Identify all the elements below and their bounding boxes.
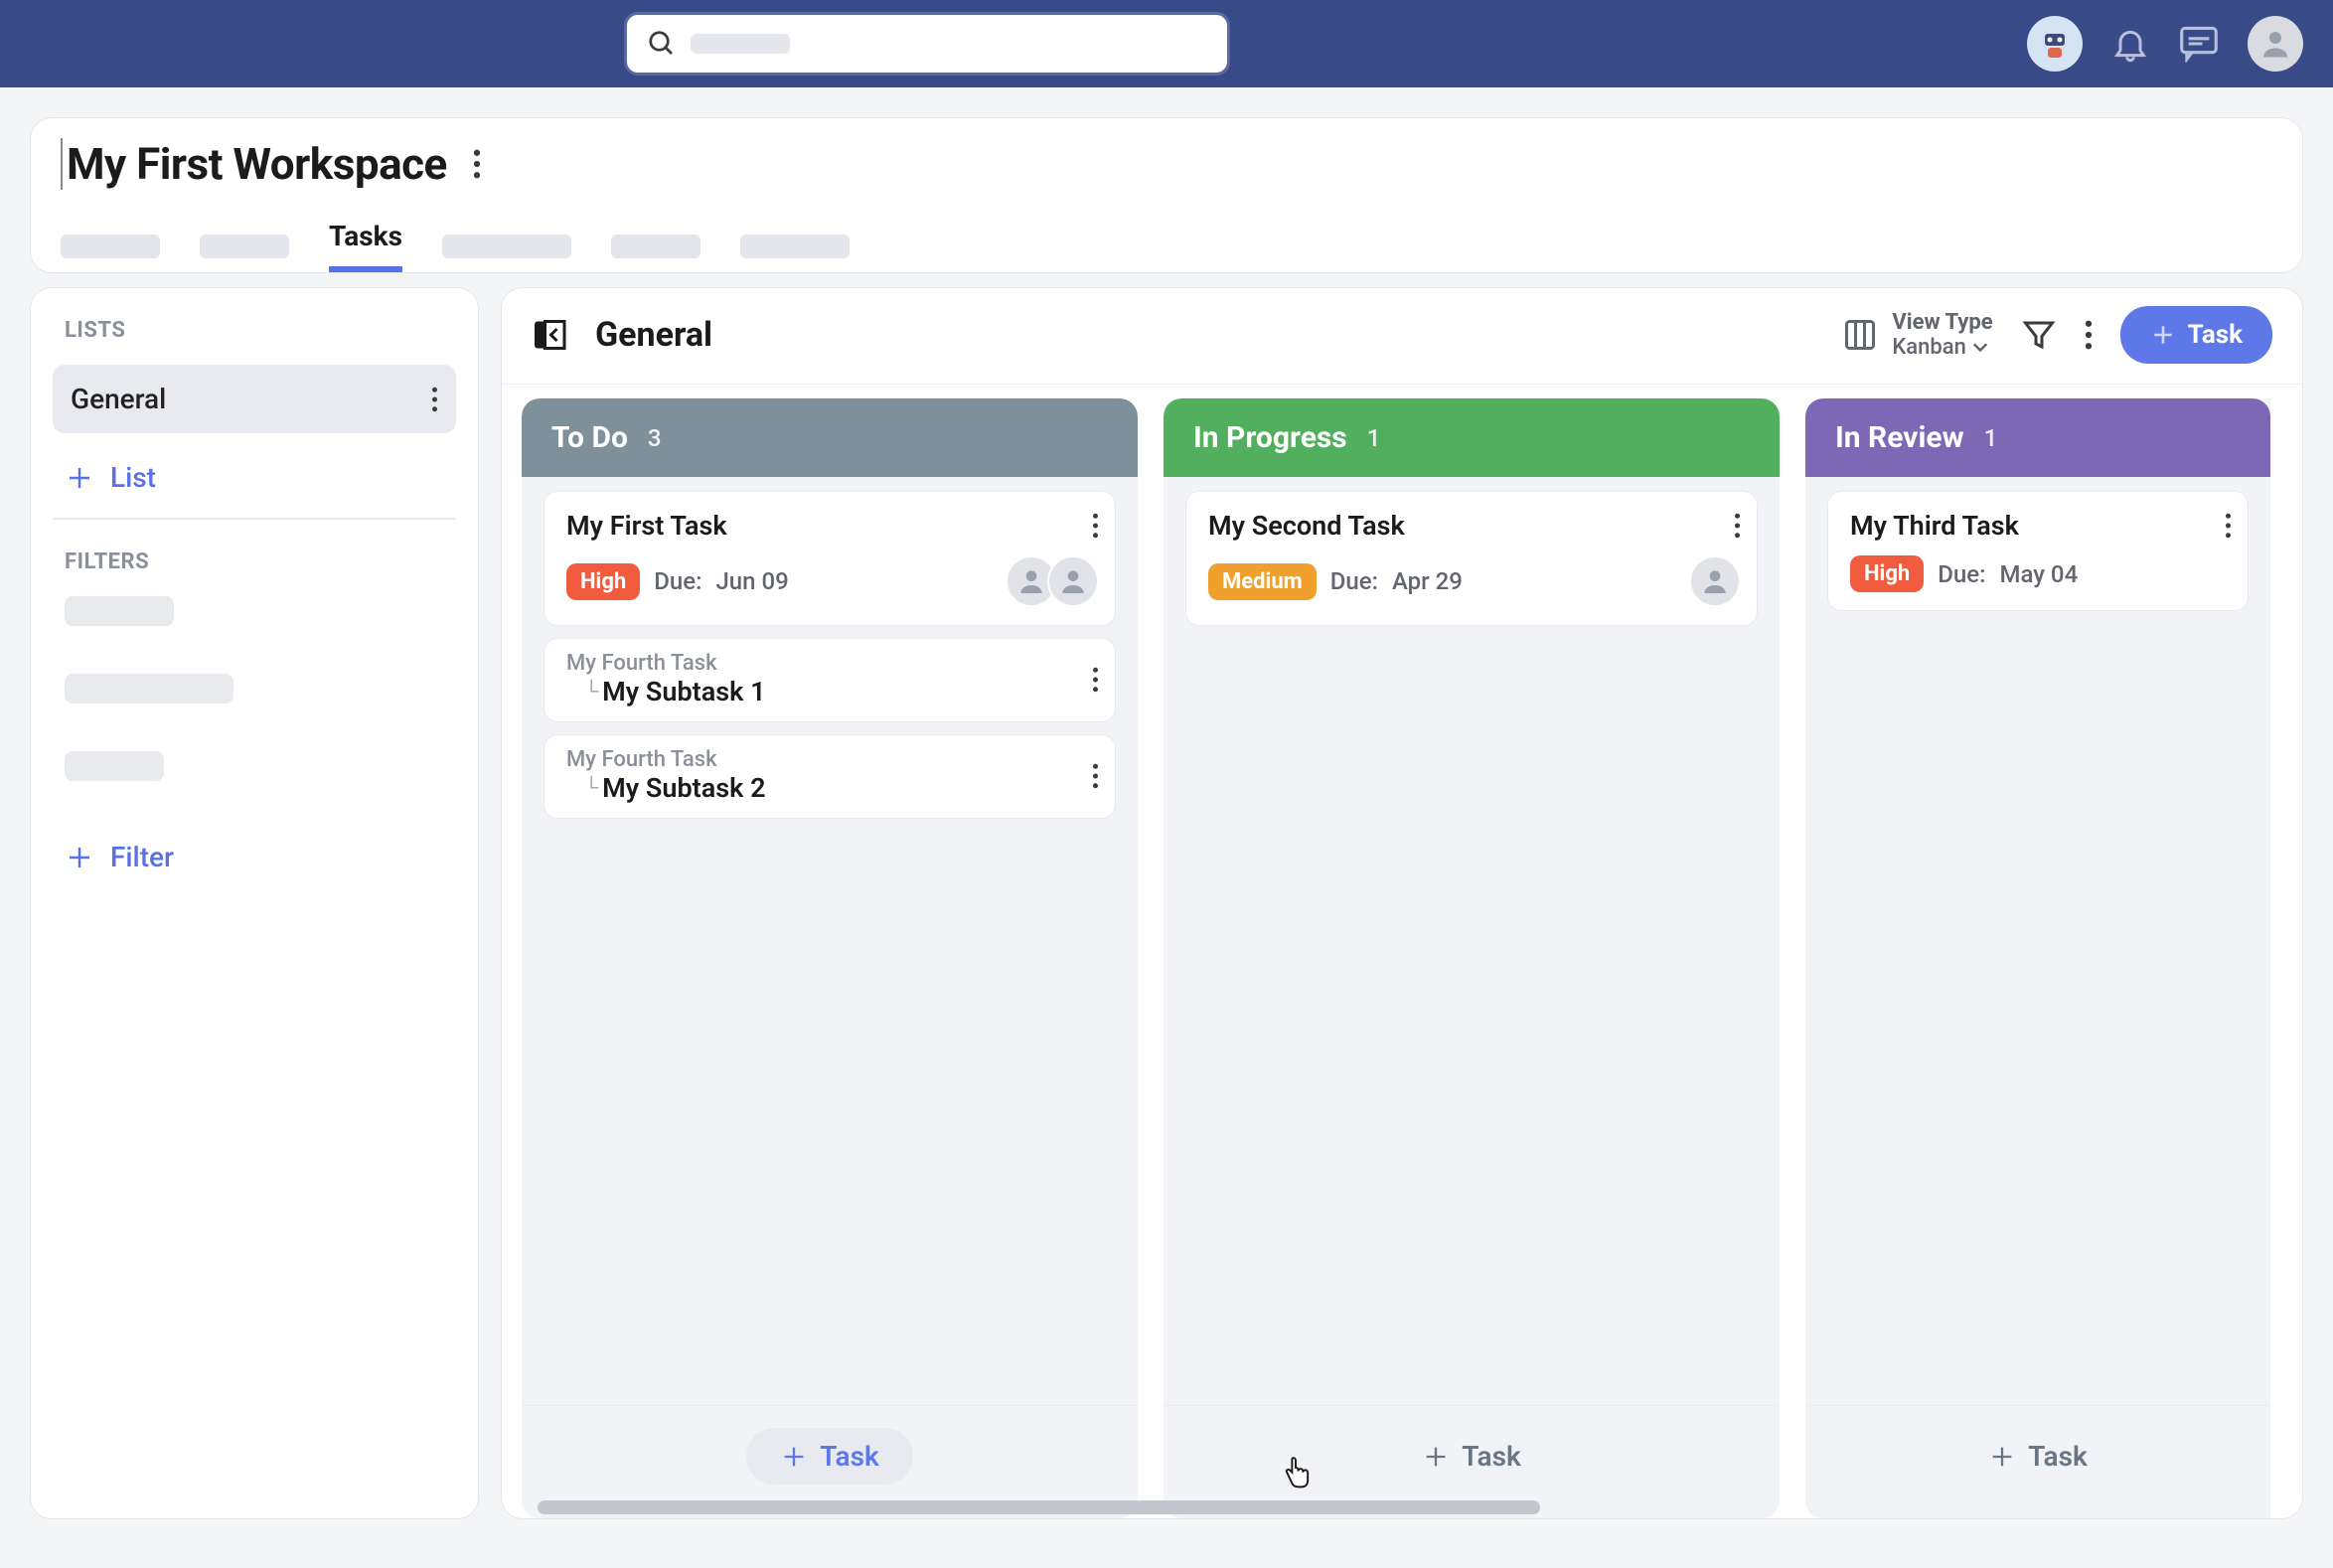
sidebar-list-menu-button[interactable]	[431, 387, 438, 412]
subtask-indent-icon: └	[584, 775, 598, 800]
due-value: May 04	[1999, 560, 2078, 588]
kanban-column-progress: In Progress 1 My Second Task Medium Due:…	[1164, 398, 1780, 1518]
task-title: My First Task	[566, 510, 727, 542]
tab-tasks[interactable]: Tasks	[329, 220, 402, 272]
kanban-column-todo: To Do 3 My First Task High Due: Jun 09	[522, 398, 1138, 1518]
assignee-avatar[interactable]	[1689, 555, 1741, 607]
subtask-card[interactable]: My Fourth Task └ My Subtask 1	[544, 638, 1116, 722]
task-menu-button[interactable]	[1734, 513, 1741, 539]
tab-placeholder[interactable]	[740, 235, 850, 258]
column-header[interactable]: In Review 1	[1805, 398, 2270, 477]
sidebar-list-general[interactable]: General	[53, 365, 456, 433]
task-title: My Second Task	[1208, 510, 1405, 542]
column-body: My Third Task High Due: May 04	[1805, 477, 2270, 1405]
subtask-card[interactable]: My Fourth Task └ My Subtask 2	[544, 734, 1116, 819]
view-type-value: Kanban	[1892, 335, 1965, 360]
filter-placeholder[interactable]	[65, 751, 164, 781]
add-task-label: Task	[820, 1440, 879, 1473]
tab-placeholder[interactable]	[200, 235, 289, 258]
board-menu-button[interactable]	[2085, 320, 2093, 350]
sidebar-list-label: General	[71, 383, 166, 415]
filter-icon[interactable]	[2021, 317, 2057, 353]
priority-badge: High	[1850, 555, 1924, 592]
assignee-list	[1699, 555, 1741, 607]
view-type-label: View Type	[1892, 310, 1992, 335]
add-filter-button[interactable]: Filter	[53, 829, 456, 885]
column-count: 1	[1984, 424, 1998, 452]
kanban-column-review: In Review 1 My Third Task High Due: May …	[1805, 398, 2270, 1518]
view-type-selector[interactable]: View Type Kanban	[1842, 310, 1992, 361]
board: General View Type Kanban	[501, 287, 2303, 1519]
board-title: General	[595, 315, 712, 355]
search-icon	[647, 29, 677, 59]
user-avatar[interactable]	[2248, 16, 2303, 72]
subtask-title: My Subtask 1	[602, 676, 765, 707]
column-header[interactable]: In Progress 1	[1164, 398, 1780, 477]
assistant-avatar[interactable]	[2027, 16, 2083, 72]
add-task-button[interactable]: Task	[746, 1428, 913, 1485]
add-task-label: Task	[2028, 1440, 2088, 1473]
workspace-title[interactable]: My First Workspace	[61, 138, 447, 190]
assignee-avatar[interactable]	[1047, 555, 1099, 607]
column-title: In Progress	[1193, 420, 1347, 455]
due-value: Jun 09	[715, 567, 788, 595]
due-label: Due:	[1938, 560, 1985, 588]
lists-heading: LISTS	[53, 318, 456, 343]
subtask-parent: My Fourth Task	[566, 651, 766, 676]
priority-badge: Medium	[1208, 563, 1317, 600]
bell-icon[interactable]	[2110, 24, 2150, 64]
task-card[interactable]: My Third Task High Due: May 04	[1827, 491, 2249, 611]
add-filter-label: Filter	[110, 841, 174, 873]
filter-placeholder[interactable]	[65, 674, 233, 704]
column-title: To Do	[551, 420, 628, 455]
new-task-label: Task	[2188, 320, 2243, 350]
column-title: In Review	[1835, 420, 1964, 455]
column-count: 3	[648, 424, 662, 452]
tab-placeholder[interactable]	[611, 235, 700, 258]
tab-placeholder[interactable]	[442, 235, 571, 258]
search-bar[interactable]	[624, 12, 1230, 76]
topbar	[0, 0, 2333, 87]
workspace-header: My First Workspace Tasks	[30, 117, 2303, 273]
collapse-panel-icon[interactable]	[532, 317, 567, 353]
tab-placeholder[interactable]	[61, 235, 160, 258]
subtask-parent: My Fourth Task	[566, 747, 766, 772]
add-task-label: Task	[1462, 1440, 1521, 1473]
add-task-button[interactable]: Task	[1954, 1428, 2121, 1485]
task-menu-button[interactable]	[1092, 763, 1099, 789]
column-header[interactable]: To Do 3	[522, 398, 1138, 477]
due-value: Apr 29	[1392, 567, 1463, 595]
search-placeholder-stub	[691, 34, 790, 54]
column-body: My First Task High Due: Jun 09 My Fourth…	[522, 477, 1138, 1405]
subtask-indent-icon: └	[584, 679, 598, 704]
task-menu-button[interactable]	[2225, 513, 2232, 539]
column-body: My Second Task Medium Due: Apr 29	[1164, 477, 1780, 1405]
add-list-label: List	[110, 461, 156, 494]
task-card[interactable]: My First Task High Due: Jun 09	[544, 491, 1116, 626]
left-panel: LISTS General List FILTERS Filter	[30, 287, 479, 1519]
due-label: Due:	[1330, 567, 1378, 595]
add-task-button[interactable]: Task	[1388, 1428, 1555, 1485]
columns-icon	[1842, 317, 1878, 353]
task-card[interactable]: My Second Task Medium Due: Apr 29	[1185, 491, 1758, 626]
workspace-tabs: Tasks	[61, 220, 2272, 272]
new-task-button[interactable]: Task	[2120, 306, 2272, 364]
horizontal-scrollbar[interactable]	[538, 1500, 2266, 1514]
chat-icon[interactable]	[2178, 25, 2220, 63]
task-title: My Third Task	[1850, 510, 2019, 542]
board-header: General View Type Kanban	[502, 288, 2302, 385]
task-menu-button[interactable]	[1092, 667, 1099, 693]
subtask-title: My Subtask 2	[602, 772, 765, 804]
chevron-down-icon	[1972, 343, 1988, 353]
column-count: 1	[1367, 424, 1381, 452]
workspace-menu-button[interactable]	[473, 149, 481, 179]
task-menu-button[interactable]	[1092, 513, 1099, 539]
filter-placeholder[interactable]	[65, 596, 174, 626]
filters-heading: FILTERS	[53, 549, 456, 574]
due-label: Due:	[654, 567, 701, 595]
assignee-list	[1015, 555, 1099, 607]
add-list-button[interactable]: List	[53, 449, 456, 506]
priority-badge: High	[566, 563, 640, 600]
